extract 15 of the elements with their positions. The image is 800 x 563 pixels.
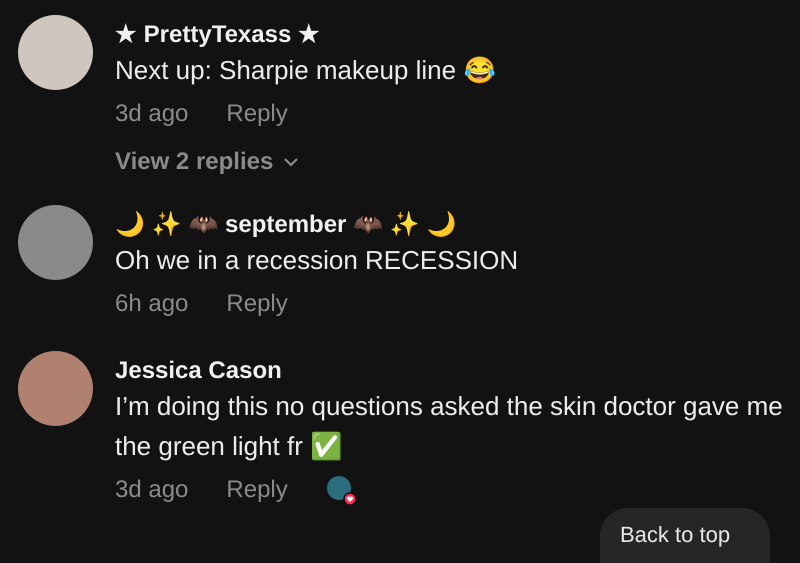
chevron-down-icon: [283, 157, 300, 167]
view-replies-button[interactable]: View 2 replies: [115, 148, 300, 176]
username[interactable]: ★ PrettyTexass ★: [115, 20, 320, 50]
comment-text: Next up: Sharpie makeup line 😂: [115, 54, 496, 87]
reply-button[interactable]: Reply: [226, 290, 288, 318]
username[interactable]: Jessica Cason: [115, 356, 282, 386]
back-to-top-button[interactable]: Back to top: [600, 508, 770, 563]
reply-button[interactable]: Reply: [226, 476, 288, 504]
reply-button[interactable]: Reply: [226, 100, 288, 128]
timestamp: 3d ago: [115, 476, 188, 504]
timestamp: 3d ago: [115, 100, 188, 128]
timestamp: 6h ago: [115, 290, 188, 318]
username[interactable]: 🌙 ✨ 🦇 september 🦇 ✨ 🌙: [115, 210, 456, 240]
comment-text: Oh we in a recession RECESSION: [115, 244, 518, 277]
comment-text: I’m doing this no questions asked the skin doctor gave me the green light fr ✅: [115, 390, 783, 463]
